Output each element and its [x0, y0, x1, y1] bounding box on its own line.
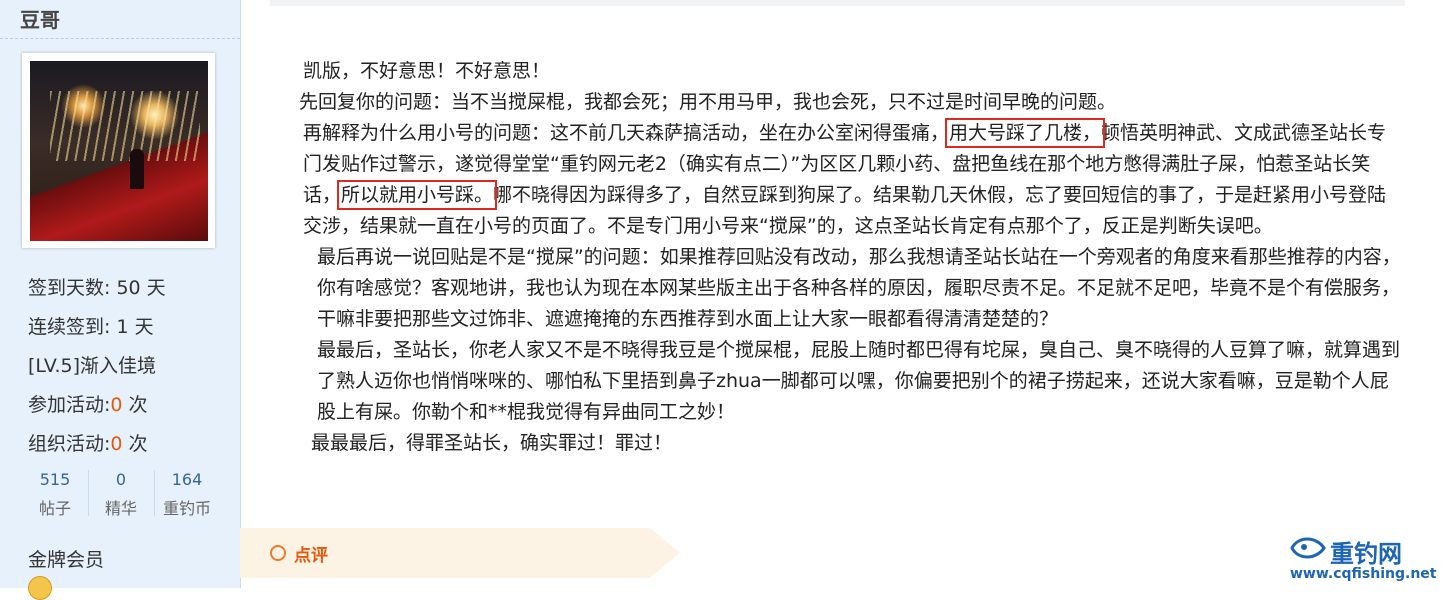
- post-paragraph: 先回复你的问题：当不当搅屎棍，我都会死；用不用马甲，我也会死，只不过是时间早晚的…: [299, 91, 1117, 113]
- level-label: [LV.5]渐入佳境: [28, 355, 156, 377]
- stat-checkin-days: 签到天数: 50 天: [28, 273, 166, 300]
- stat-value: 1: [116, 316, 129, 338]
- stat-consecutive-checkin: 连续签到: 1 天: [28, 312, 154, 339]
- count-digest[interactable]: 0 精华: [88, 466, 154, 518]
- stat-label: 组织活动:: [28, 433, 111, 455]
- user-counts: 515 帖子 0 精华 164 重钓币: [22, 466, 222, 518]
- count-number: 0: [115, 470, 127, 489]
- stat-organized-activities: 组织活动:0 次: [28, 429, 148, 456]
- stat-label: 参加活动:: [28, 394, 111, 416]
- avatar-figure: [130, 149, 144, 189]
- avatar-image: [30, 61, 208, 241]
- count-number: 164: [171, 470, 203, 489]
- avatar[interactable]: [22, 53, 215, 248]
- stat-label: 签到天数:: [28, 277, 117, 299]
- highlighted-text: 所以就用小号踩。: [337, 180, 498, 210]
- post-content: 凯版，不好意思！不好意思！ 先回复你的问题：当不当搅屎棍，我都会死；用不用马甲，…: [269, 56, 1404, 459]
- username[interactable]: 豆哥: [20, 4, 60, 33]
- count-label: 重钓币: [162, 499, 211, 518]
- stat-unit: 天: [128, 316, 154, 338]
- comment-label[interactable]: 点评: [294, 541, 328, 566]
- user-sidebar: 豆哥 签到天数: 50 天 连续签到: 1 天 [LV.5]渐入佳境 参加活动:…: [0, 0, 241, 600]
- stat-unit: 天: [140, 277, 166, 299]
- stat-joined-activities: 参加活动:0 次: [28, 390, 148, 417]
- stat-value[interactable]: 0: [110, 394, 122, 416]
- fish-logo-icon: [1290, 537, 1326, 559]
- post-text: 再解释为什么用小号的问题：这不前几天森萨搞活动，坐在办公室闲得蛋痛，: [303, 122, 950, 144]
- post-paragraph: 最最后，圣站长，你老人家又不是不晓得我豆是个搅屎棍，屁股上随时都巴得有坨屎，臭自…: [317, 339, 1401, 423]
- post-paragraph: 再解释为什么用小号的问题：这不前几天森萨搞活动，坐在办公室闲得蛋痛，用大号踩了几…: [269, 118, 1404, 242]
- member-level[interactable]: 金牌会员: [28, 545, 104, 572]
- highlighted-text: 用大号踩了几楼，: [945, 118, 1106, 148]
- count-number: 515: [39, 470, 71, 489]
- count-label: 帖子: [38, 499, 71, 518]
- sidebar-divider: [0, 38, 240, 39]
- stat-level: [LV.5]渐入佳境: [28, 351, 156, 378]
- post-paragraph: 最最最后，得罪圣站长，确实罪过！罪过！: [311, 432, 673, 454]
- count-label: 精华: [104, 499, 137, 518]
- stat-value[interactable]: 0: [110, 433, 122, 455]
- stat-unit: 次: [122, 394, 148, 416]
- count-posts[interactable]: 515 帖子: [22, 466, 88, 518]
- comment-icon: [270, 545, 286, 561]
- watermark-url: www.cqfishing.net: [1290, 566, 1437, 582]
- stat-value: 50: [116, 277, 141, 299]
- post-paragraph: 凯版，不好意思！不好意思！: [303, 60, 551, 82]
- post-paragraph: 最后再说一说回贴是不是“搅屎”的问题：如果推荐回贴没有改动，那么我想请圣站长站在…: [317, 246, 1401, 330]
- member-badge-icon: [28, 576, 52, 600]
- stat-unit: 次: [122, 433, 148, 455]
- avatar-lights: [50, 91, 200, 161]
- count-coins[interactable]: 164 重钓币: [154, 466, 220, 518]
- watermark-brand: 重钓网: [1330, 540, 1402, 568]
- stat-label: 连续签到:: [28, 316, 117, 338]
- post-header-strip: [270, 0, 1405, 6]
